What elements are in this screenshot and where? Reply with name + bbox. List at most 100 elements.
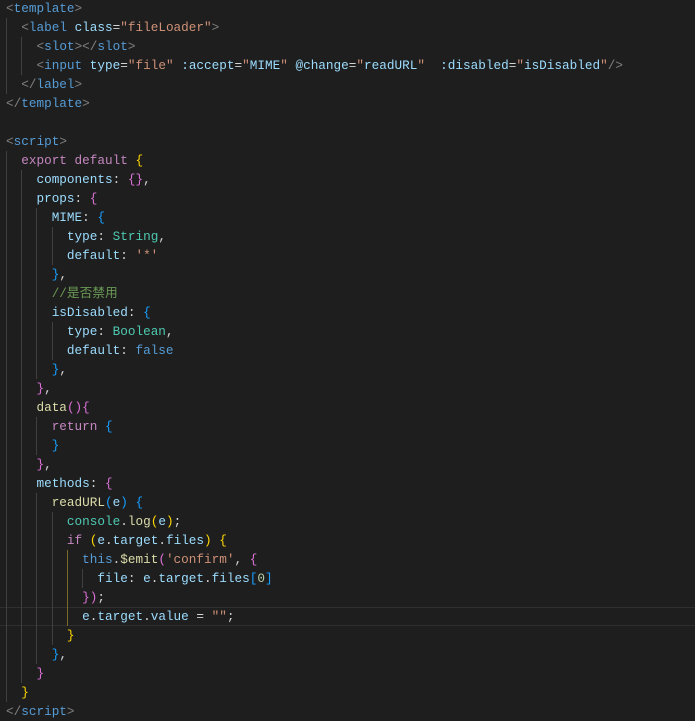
code-token: , (59, 267, 67, 282)
code-token: files (211, 571, 250, 586)
code-token: { (135, 495, 144, 510)
code-line[interactable]: if (e.target.files) { (0, 531, 695, 550)
code-line[interactable]: props: { (0, 189, 695, 208)
code-token: :accept (181, 58, 235, 73)
code-token: ( (158, 552, 166, 567)
code-line[interactable]: }); (0, 588, 695, 607)
code-token: files (165, 533, 205, 548)
code-token: " (356, 58, 365, 73)
indent-guide (6, 683, 7, 702)
code-line[interactable]: type: String, (0, 227, 695, 246)
code-line[interactable]: export default { (0, 151, 695, 170)
indent-guide (21, 56, 23, 75)
code-token: String (112, 229, 159, 244)
code-token: : (127, 571, 144, 586)
code-line[interactable]: type: Boolean, (0, 322, 695, 341)
indent-guide (6, 607, 7, 626)
code-editor[interactable]: <template> <label class="fileLoader"> <s… (0, 0, 695, 721)
code-line[interactable]: } (0, 664, 695, 683)
indent-guide (6, 265, 7, 284)
code-token: export (21, 153, 67, 168)
code-line[interactable]: this.$emit('confirm', { (0, 550, 695, 569)
indent-guide (6, 170, 7, 189)
code-line[interactable]: </script> (0, 702, 695, 721)
code-line[interactable]: <template> (0, 0, 695, 18)
code-line[interactable]: <script> (0, 132, 695, 151)
code-token: , (59, 362, 67, 377)
code-line[interactable]: console.log(e); (0, 512, 695, 531)
indent-guide (36, 512, 38, 531)
indent-guide (36, 645, 38, 664)
code-line[interactable]: isDisabled: { (0, 303, 695, 322)
code-token: label (36, 77, 75, 92)
code-token: . (204, 571, 212, 586)
code-line[interactable]: components: {}, (0, 170, 695, 189)
code-token: { (105, 476, 113, 491)
code-line[interactable]: }, (0, 455, 695, 474)
code-line[interactable]: }, (0, 265, 695, 284)
code-line[interactable]: MIME: { (0, 208, 695, 227)
code-token: < (36, 58, 45, 73)
code-token: { (89, 191, 98, 206)
code-line[interactable]: <label class="fileLoader"> (0, 18, 695, 37)
code-token: Boolean (112, 324, 166, 339)
indent-guide (21, 436, 23, 455)
code-line[interactable]: data(){ (0, 398, 695, 417)
code-token: readURL (364, 58, 418, 73)
code-token: } (36, 666, 45, 681)
code-token: slot (97, 39, 128, 54)
indent-guide (21, 170, 23, 189)
code-line[interactable]: } (0, 436, 695, 455)
code-line[interactable]: e.target.value = ""; (0, 607, 695, 626)
code-token: = (234, 58, 243, 73)
code-line[interactable]: file: e.target.files[0] (0, 569, 695, 588)
code-token: > (66, 704, 75, 719)
code-line[interactable]: <input type="file" :accept="MIME" @chang… (0, 56, 695, 75)
indent-guide (36, 227, 38, 246)
code-line[interactable]: <slot></slot> (0, 37, 695, 56)
indent-guide (66, 588, 68, 607)
code-token: { (249, 552, 258, 567)
indent-guide (6, 284, 7, 303)
code-line[interactable]: return { (0, 417, 695, 436)
code-line[interactable]: default: false (0, 341, 695, 360)
indent-guide (21, 37, 23, 56)
code-token: class (74, 20, 113, 35)
indent-guide (6, 227, 7, 246)
indent-guide (6, 588, 7, 607)
indent-guide (6, 398, 7, 417)
code-token: " (417, 58, 425, 73)
code-token: } (36, 381, 45, 396)
code-line[interactable] (0, 113, 695, 132)
indent-guide (6, 341, 7, 360)
code-line[interactable]: }, (0, 645, 695, 664)
indent-guide (21, 360, 23, 379)
indent-guide (36, 588, 38, 607)
code-token: . (120, 514, 128, 529)
code-line[interactable]: }, (0, 379, 695, 398)
indent-guide (36, 626, 38, 645)
indent-guide (36, 208, 38, 227)
indent-guide (6, 436, 7, 455)
indent-guide (36, 531, 38, 550)
code-line[interactable]: </template> (0, 94, 695, 113)
code-token: ; (97, 590, 106, 605)
code-line[interactable]: methods: { (0, 474, 695, 493)
code-token: template (13, 1, 75, 16)
code-line[interactable]: } (0, 626, 695, 645)
indent-guide (21, 341, 23, 360)
code-line[interactable]: </label> (0, 75, 695, 94)
code-token: } (36, 457, 45, 472)
code-line[interactable]: }, (0, 360, 695, 379)
code-line[interactable]: } (0, 683, 695, 702)
code-line[interactable]: default: '*' (0, 246, 695, 265)
code-line[interactable]: readURL(e) { (0, 493, 695, 512)
code-line[interactable]: //是否禁用 (0, 284, 695, 303)
code-token: { (219, 533, 227, 548)
indent-guide (51, 607, 53, 626)
